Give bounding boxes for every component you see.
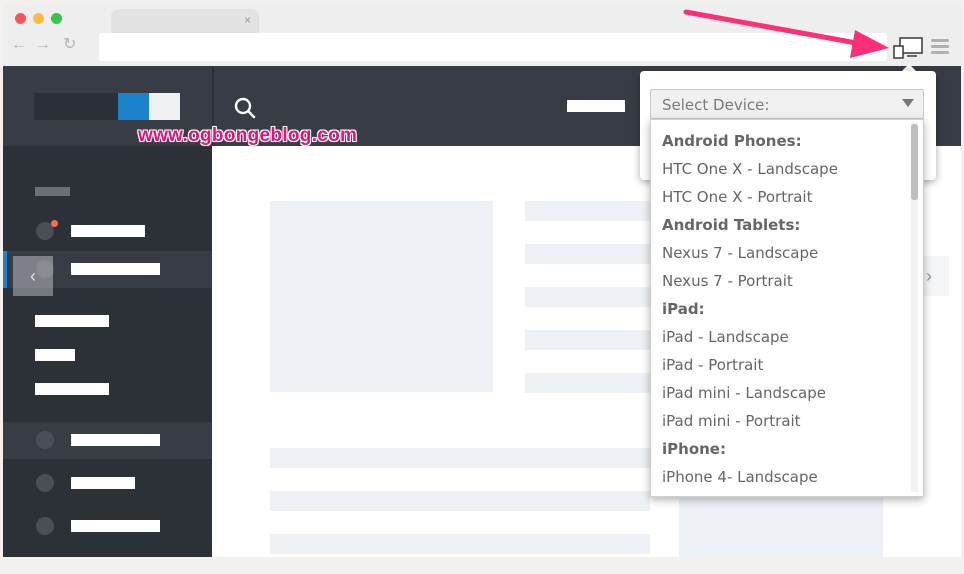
device-option[interactable]: Nexus 7 - Portrait <box>662 267 793 295</box>
content-image-placeholder <box>270 201 493 392</box>
device-group-label: iPhone: <box>662 440 726 458</box>
sidebar-subitem[interactable] <box>35 383 109 395</box>
content-text-line <box>270 491 650 511</box>
sidebar <box>3 146 212 557</box>
sidebar-section-heading <box>35 187 70 196</box>
prev-arrow-icon[interactable]: ‹ <box>13 256 53 296</box>
tab-close-icon[interactable]: × <box>244 13 251 27</box>
browser-tab[interactable]: × <box>111 9 259 33</box>
device-option[interactable]: HTC One X - Landscape <box>662 155 838 183</box>
sidebar-item[interactable] <box>71 225 145 237</box>
logo-accent-light <box>149 93 180 120</box>
content-text-line <box>525 373 655 393</box>
device-option[interactable]: Nexus 7 - Landscape <box>662 239 818 267</box>
sidebar-item[interactable] <box>71 520 160 532</box>
forward-icon[interactable]: → <box>35 36 51 54</box>
header-nav-item[interactable] <box>567 100 625 112</box>
device-option[interactable]: iPad - Portrait <box>662 351 763 379</box>
reload-icon[interactable]: ↻ <box>63 36 76 54</box>
back-icon[interactable]: ← <box>11 36 27 54</box>
device-group-label: Android Tablets: <box>662 216 801 234</box>
minimize-window-button[interactable] <box>33 13 44 24</box>
sidebar-item-icon <box>36 431 54 449</box>
content-text-line <box>525 244 655 264</box>
active-indicator <box>3 251 7 288</box>
sidebar-subitem[interactable] <box>35 349 75 361</box>
notification-dot <box>51 220 58 227</box>
content-text-line <box>270 448 650 468</box>
device-option[interactable]: HTC One X - Portrait <box>662 183 812 211</box>
scrollbar-thumb[interactable] <box>911 124 918 200</box>
watermark-text: www.ogbongeblog.com <box>138 125 358 146</box>
address-bar[interactable] <box>99 33 887 61</box>
device-option[interactable]: iPad mini - Portrait <box>662 407 801 435</box>
sidebar-item[interactable] <box>71 477 135 489</box>
device-option[interactable]: iPad mini - Landscape <box>662 379 826 407</box>
device-option[interactable]: iPhone 4- Landscape <box>662 463 818 491</box>
sidebar-item-icon <box>36 474 54 492</box>
sidebar-item <box>71 434 160 446</box>
content-card-placeholder <box>679 498 883 557</box>
content-text-line <box>525 287 655 307</box>
content-text-line <box>270 534 650 554</box>
logo[interactable] <box>34 93 118 120</box>
sidebar-item-icon <box>36 517 54 535</box>
sidebar-item-label <box>71 263 160 275</box>
device-options-list[interactable]: Android Phones: HTC One X - Landscape HTC … <box>650 119 924 497</box>
sidebar-subitem[interactable] <box>35 315 109 327</box>
content-text-line <box>525 330 655 350</box>
chevron-down-icon <box>902 99 914 107</box>
device-option[interactable]: iPad - Landscape <box>662 323 789 351</box>
close-window-button[interactable] <box>15 13 26 24</box>
device-group-label: iPad: <box>662 300 705 318</box>
device-group-label: Android Phones: <box>662 132 802 150</box>
search-icon[interactable] <box>233 96 257 120</box>
device-select-placeholder: Select Device: <box>662 96 770 114</box>
browser-menu-icon[interactable] <box>931 39 949 55</box>
logo-accent <box>118 93 149 120</box>
browser-chrome: × ← → ↻ <box>3 3 961 66</box>
content-text-line <box>525 201 655 221</box>
maximize-window-button[interactable] <box>51 13 62 24</box>
device-select[interactable]: Select Device: <box>650 89 924 119</box>
device-mode-icon[interactable] <box>893 37 923 59</box>
scrollbar[interactable] <box>911 122 918 492</box>
